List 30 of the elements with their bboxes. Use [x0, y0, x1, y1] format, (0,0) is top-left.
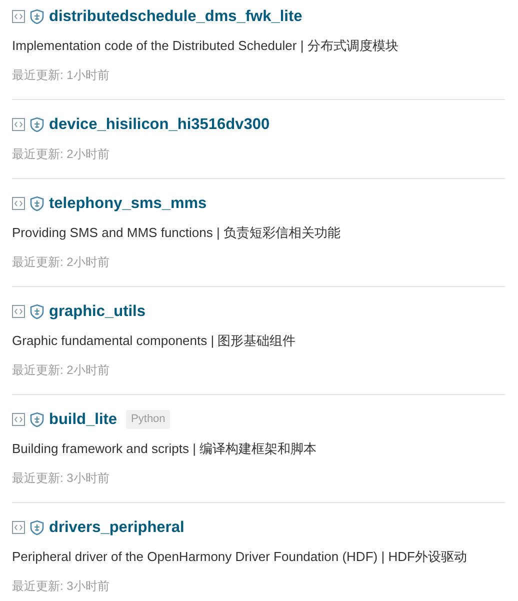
code-icon	[12, 521, 25, 534]
code-icon	[12, 10, 25, 23]
repo-link[interactable]: distributedschedule_dms_fwk_lite	[49, 4, 302, 28]
update-time: 最近更新: 3小时前	[12, 578, 110, 594]
update-time: 最近更新: 2小时前	[12, 146, 110, 162]
shield-icon	[30, 196, 44, 211]
update-time: 最近更新: 1小时前	[12, 66, 110, 84]
language-tag: Python	[126, 410, 170, 429]
code-icon	[12, 197, 25, 210]
repo-description: Implementation code of the Distributed Scheduler | 分布式调度模块	[12, 36, 398, 55]
shield-icon	[30, 412, 44, 427]
repo-link[interactable]: telephony_sms_mms	[49, 192, 207, 216]
repo-link[interactable]: device_hisilicon_hi3516dv300	[49, 112, 270, 136]
shield-icon	[30, 117, 44, 132]
update-time: 最近更新: 3小时前	[12, 470, 110, 486]
update-time: 最近更新: 2小时前	[12, 254, 110, 270]
shield-icon	[30, 304, 44, 319]
repo-description: Building framework and scripts | 编译构建框架和脚本	[12, 440, 317, 458]
repo-description: Peripheral driver of the OpenHarmony Driver Foundation (HDF) | HDF外设驱动	[12, 548, 467, 566]
code-icon	[12, 305, 25, 318]
repo-link[interactable]: graphic_utils	[49, 300, 146, 324]
repo-description: Providing SMS and MMS functions | 负责短彩信相关功能	[12, 224, 340, 242]
repo-description: Graphic fundamental components | 图形基础组件	[12, 332, 296, 350]
code-icon	[12, 413, 25, 426]
shield-icon	[30, 9, 44, 24]
code-icon	[12, 118, 25, 131]
repo-link[interactable]: drivers_peripheral	[49, 516, 184, 540]
repo-link[interactable]: build_lite	[49, 408, 118, 432]
shield-icon	[30, 520, 44, 535]
update-time: 最近更新: 2小时前	[12, 362, 110, 378]
